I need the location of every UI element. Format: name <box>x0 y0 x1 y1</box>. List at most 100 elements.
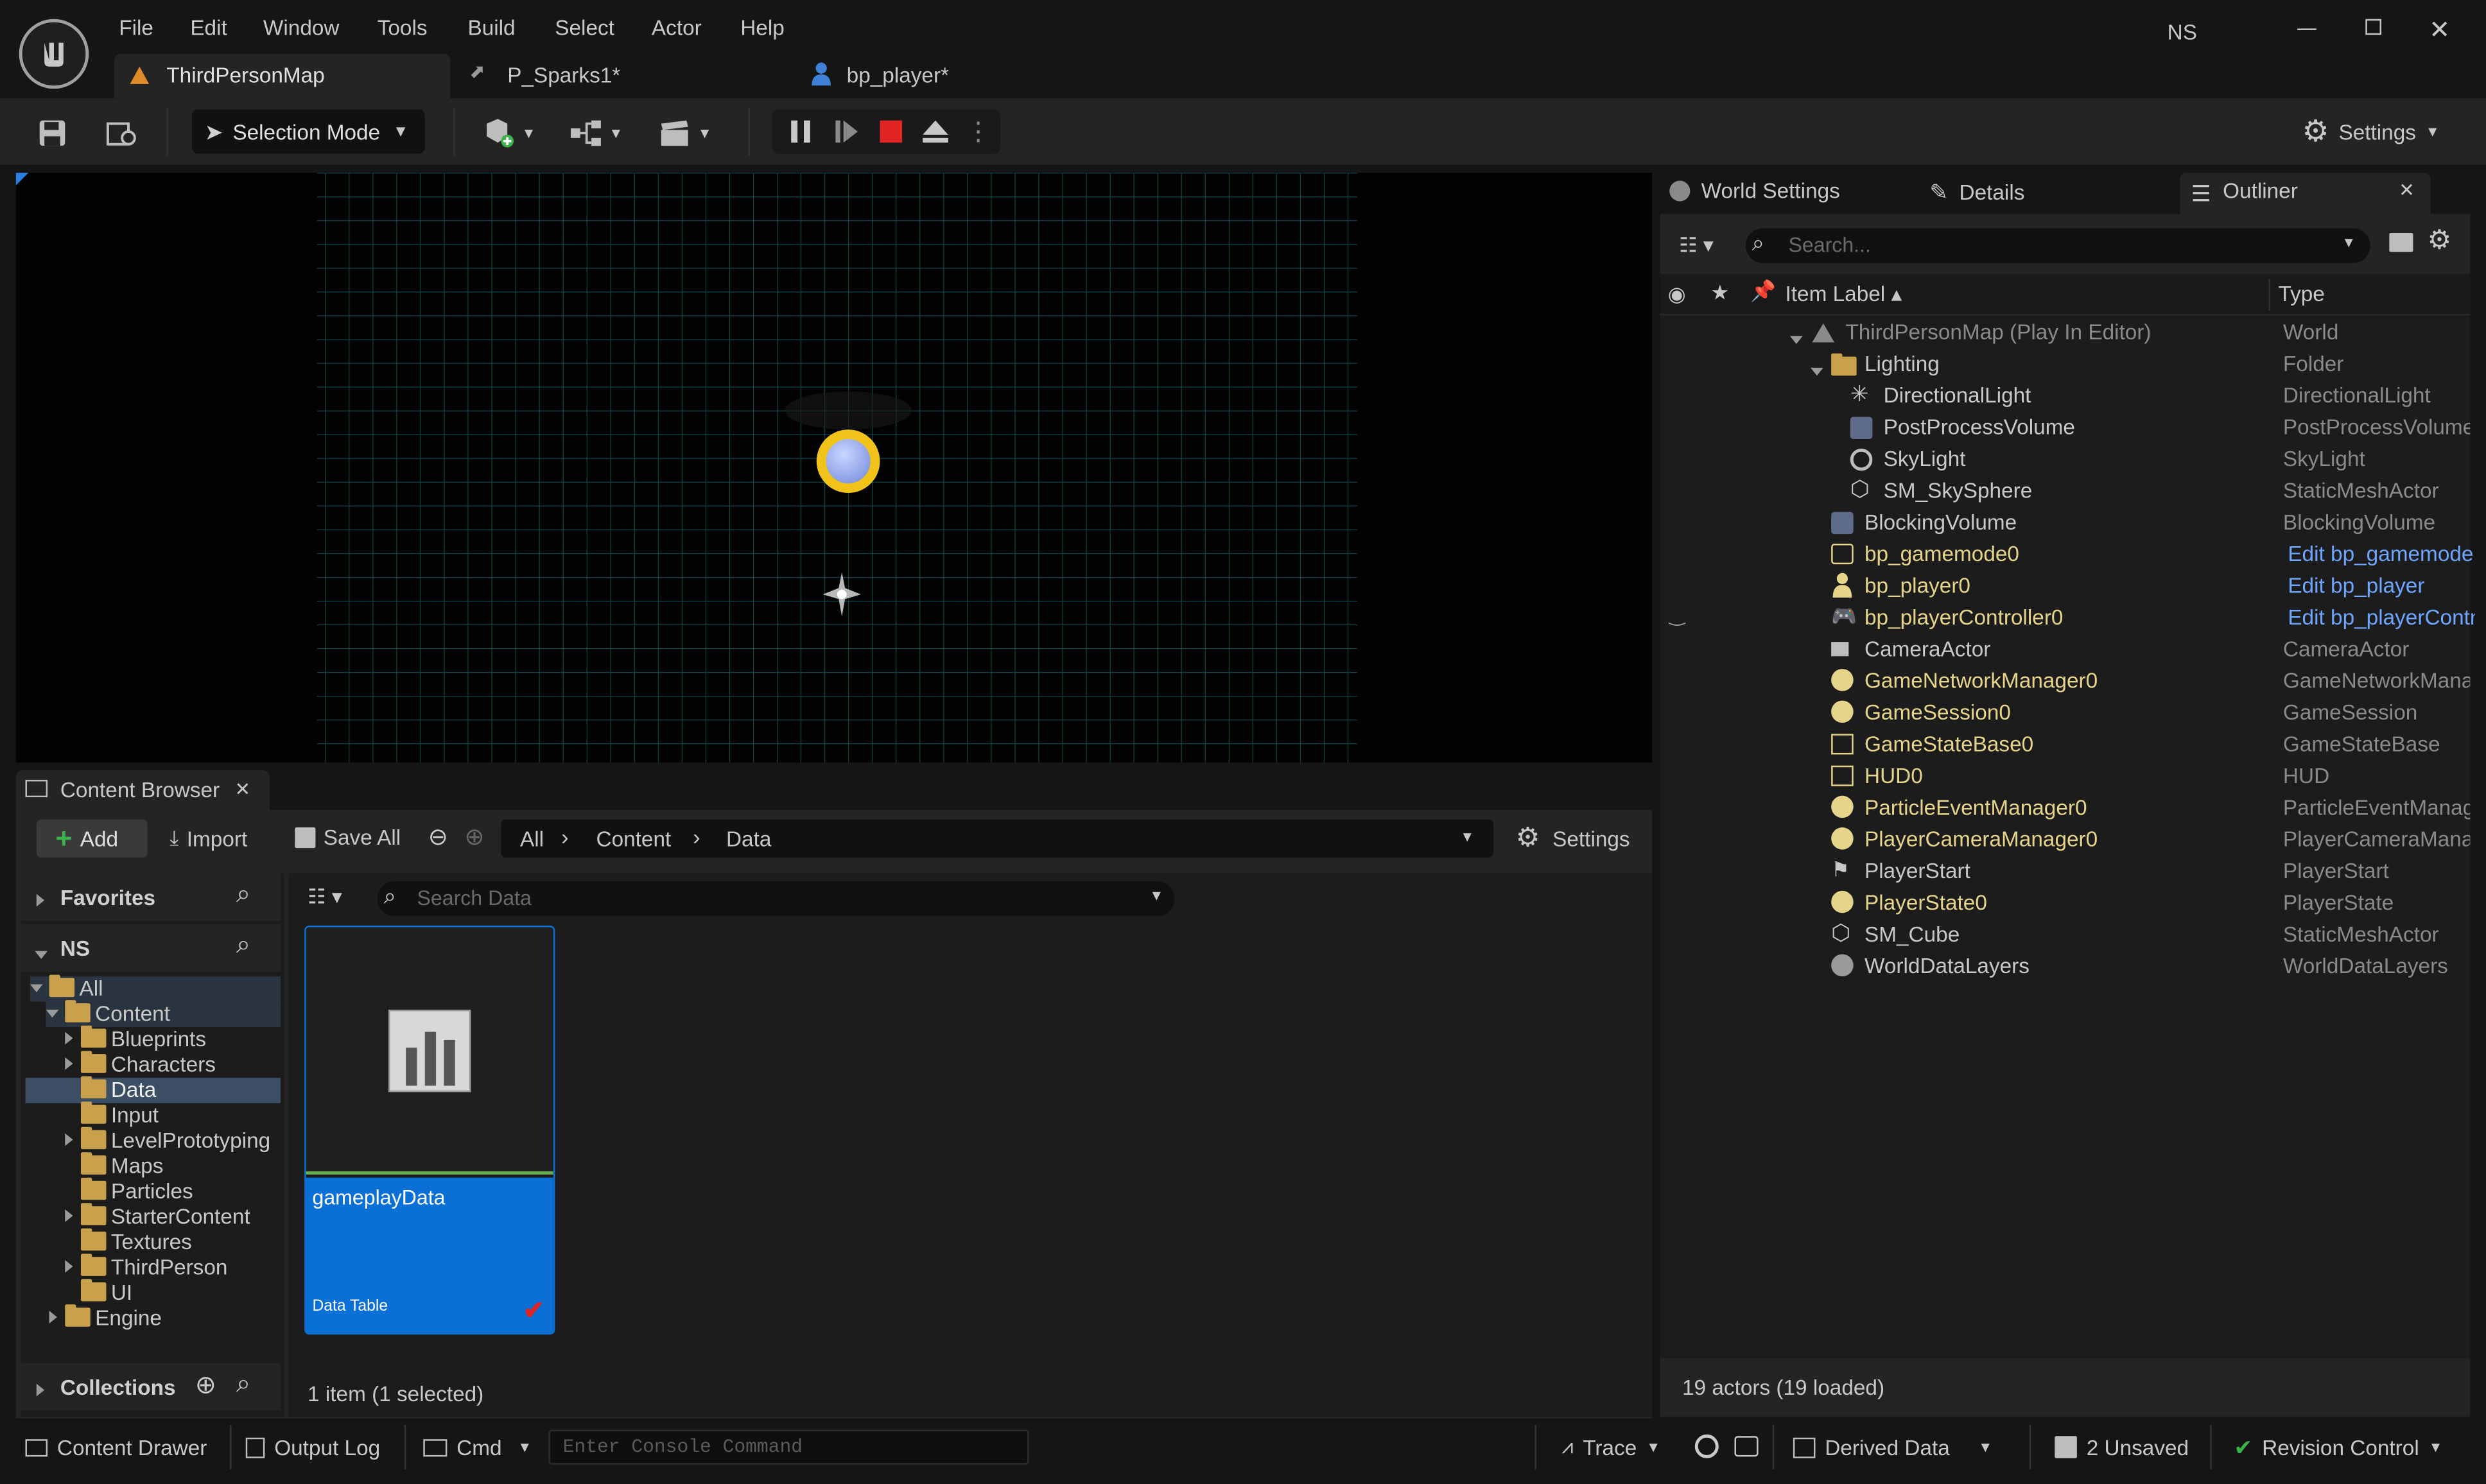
eye-icon[interactable]: ◉ <box>1668 282 1686 308</box>
outliner-row[interactable]: CameraActor CameraActor <box>1660 634 2468 666</box>
blueprints-button[interactable]: ▼ <box>563 109 630 157</box>
derived-data-dropdown[interactable]: Derived Data ▼ <box>1793 1424 1992 1471</box>
pin-icon[interactable]: 📌 <box>1750 279 1776 305</box>
unsaved-button[interactable]: 2 Unsaved <box>2055 1424 2189 1471</box>
tree-item-particles[interactable]: Particles <box>80 1177 193 1205</box>
search-icon[interactable]: ⌕ <box>236 1371 250 1399</box>
star-icon[interactable]: ★ <box>1710 280 1729 306</box>
menu-window[interactable]: Window <box>263 16 340 40</box>
asset-search-input[interactable]: ⌕ Search Data ▼ <box>377 881 1175 917</box>
tree-item-input[interactable]: Input <box>80 1101 159 1129</box>
tree-item-maps[interactable]: Maps <box>80 1152 163 1180</box>
outliner-row[interactable]: Lighting Folder <box>1660 349 2468 380</box>
outliner-row[interactable]: ⚑ PlayerStart PlayerStart <box>1660 856 2468 887</box>
outliner-row[interactable]: ThirdPersonMap (Play In Editor) World <box>1660 317 2468 349</box>
tree-item-characters[interactable]: Characters <box>65 1051 216 1078</box>
breadcrumb-all[interactable]: All <box>520 827 544 851</box>
col-type[interactable]: Type <box>2279 282 2325 306</box>
outliner-row[interactable]: PostProcessVolume PostProcessVolume <box>1660 412 2470 444</box>
skylight-sphere-icon[interactable] <box>816 429 880 493</box>
chevron-down-icon[interactable]: ▼ <box>1460 829 1474 845</box>
asset-tile[interactable]: gameplayData Data Table ✔ <box>304 926 555 1335</box>
gear-icon[interactable]: ⚙ <box>2428 225 2452 257</box>
save-all-button[interactable]: Save All <box>295 826 401 850</box>
content-browser-tab[interactable]: Content Browser ✕ <box>15 770 270 812</box>
filter-icon[interactable]: ☷ ▾ <box>1679 233 1714 259</box>
tree-item-startercontent[interactable]: StarterContent <box>65 1203 250 1230</box>
eject-icon[interactable] <box>913 109 957 153</box>
search-icon[interactable]: ⌕ <box>236 932 250 960</box>
save-icon[interactable] <box>28 109 76 157</box>
tree-item-thirdperson[interactable]: ThirdPerson <box>65 1254 227 1281</box>
tree-item-ui[interactable]: UI <box>80 1279 132 1306</box>
tab-details[interactable]: ✎ Details <box>1929 179 2024 206</box>
content-drawer-button[interactable]: Content Drawer <box>25 1424 207 1471</box>
tree-item-data[interactable]: Data <box>25 1076 281 1103</box>
eye-closed-icon[interactable]: ‿ <box>1669 604 1685 626</box>
tree-item-all[interactable]: All <box>30 974 281 1002</box>
revision-control-dropdown[interactable]: ✔ Revision Control ▼ <box>2234 1424 2442 1471</box>
tree-item-engine[interactable]: Engine <box>49 1304 162 1332</box>
close-icon[interactable]: ✕ <box>234 778 250 800</box>
forward-arrow-icon[interactable]: ⊕ <box>465 823 485 851</box>
level-viewport[interactable] <box>15 173 1653 763</box>
menu-help[interactable]: Help <box>740 16 785 40</box>
outliner-row[interactable]: GameNetworkManager0 GameNetworkManager <box>1660 666 2470 697</box>
cmd-dropdown[interactable]: Cmd ▼ <box>423 1424 532 1471</box>
asset-filter-icon[interactable]: ☷ ▾ <box>308 884 342 910</box>
content-settings-button[interactable]: ⚙ Settings <box>1516 823 1630 854</box>
screenshot-icon[interactable] <box>1734 1436 1759 1457</box>
console-input[interactable]: Enter Console Command <box>548 1429 1029 1465</box>
menu-actor[interactable]: Actor <box>652 16 702 40</box>
particle-emitter-icon[interactable] <box>818 569 865 620</box>
add-button[interactable]: + Add <box>36 819 148 858</box>
outliner-row[interactable]: PlayerState0 PlayerState <box>1660 888 2468 919</box>
record-icon[interactable] <box>1694 1434 1719 1458</box>
import-button[interactable]: ⤓ Import <box>170 826 247 852</box>
outliner-row[interactable]: WorldDataLayers WorldDataLayers <box>1660 951 2468 983</box>
pause-icon[interactable] <box>778 109 822 153</box>
edit-blueprint-link[interactable]: Edit bp_gamemode <box>2288 542 2474 566</box>
outliner-row[interactable]: BlockingVolume BlockingVolume <box>1660 507 2468 539</box>
selection-mode-dropdown[interactable]: ➤ Selection Mode ▼ <box>191 109 425 154</box>
menu-build[interactable]: Build <box>467 16 515 40</box>
close-icon[interactable]: ✕ <box>2399 179 2415 202</box>
outliner-row[interactable]: GameSession0 GameSession <box>1660 698 2468 729</box>
more-options-icon[interactable]: ⋮ <box>961 109 995 153</box>
outliner-row[interactable]: ⬡ SM_SkySphere StaticMeshActor <box>1660 476 2468 507</box>
outliner-row[interactable]: ParticleEventManager0 ParticleEventManag… <box>1660 793 2470 824</box>
favorites-header[interactable]: Favorites ⌕ <box>21 873 281 921</box>
tree-item-content[interactable]: Content <box>46 1000 281 1028</box>
search-icon[interactable]: ⌕ <box>236 881 250 910</box>
tab-p-sparks1[interactable]: ⬈ P_Sparks1* <box>453 54 778 98</box>
outliner-row[interactable]: HUD0 HUD <box>1660 761 2468 792</box>
back-arrow-icon[interactable]: ⊖ <box>428 823 448 851</box>
breadcrumb-content[interactable]: Content <box>596 827 671 851</box>
breadcrumb-data[interactable]: Data <box>726 827 771 851</box>
outliner-row[interactable]: ‿ 🎮 bp_playerController0 Edit bp_playerC… <box>1660 602 2474 634</box>
tab-outliner[interactable]: ☰ Outliner ✕ <box>2180 173 2431 214</box>
tree-item-textures[interactable]: Textures <box>80 1228 192 1255</box>
edit-blueprint-link[interactable]: Edit bp_playerController <box>2288 605 2474 629</box>
menu-file[interactable]: File <box>119 16 153 40</box>
edit-blueprint-link[interactable]: Edit bp_player <box>2288 574 2474 598</box>
trace-dropdown[interactable]: ⩘ Trace ▼ <box>1561 1424 1660 1471</box>
settings-button[interactable]: ⚙ Settings ▼ <box>2302 114 2440 149</box>
step-forward-icon[interactable] <box>824 109 869 153</box>
minimize-icon[interactable] <box>2297 28 2316 30</box>
outliner-row[interactable]: ⬡ SM_Cube StaticMeshActor <box>1660 919 2468 951</box>
menu-select[interactable]: Select <box>555 16 614 40</box>
user-initials[interactable]: NS <box>2168 21 2197 44</box>
new-folder-icon[interactable] <box>2389 233 2413 252</box>
output-log-button[interactable]: Output Log <box>245 1424 380 1471</box>
close-window-icon[interactable]: ✕ <box>2429 14 2450 46</box>
outliner-row[interactable]: PlayerCameraManager0 PlayerCameraManager <box>1660 824 2470 856</box>
unreal-logo-icon[interactable] <box>19 19 89 89</box>
outliner-row[interactable]: bp_player0 Edit bp_player <box>1660 571 2468 602</box>
outliner-row[interactable]: bp_gamemode0 Edit bp_gamemode <box>1660 539 2473 571</box>
outliner-row[interactable]: GameStateBase0 GameStateBase <box>1660 729 2468 761</box>
tab-bp-player[interactable]: bp_player* <box>793 54 1118 98</box>
cinematics-button[interactable]: ▼ <box>652 109 718 157</box>
restore-icon[interactable] <box>2365 19 2382 35</box>
outliner-search-input[interactable]: ⌕ Search... ▼ <box>1745 228 2370 263</box>
